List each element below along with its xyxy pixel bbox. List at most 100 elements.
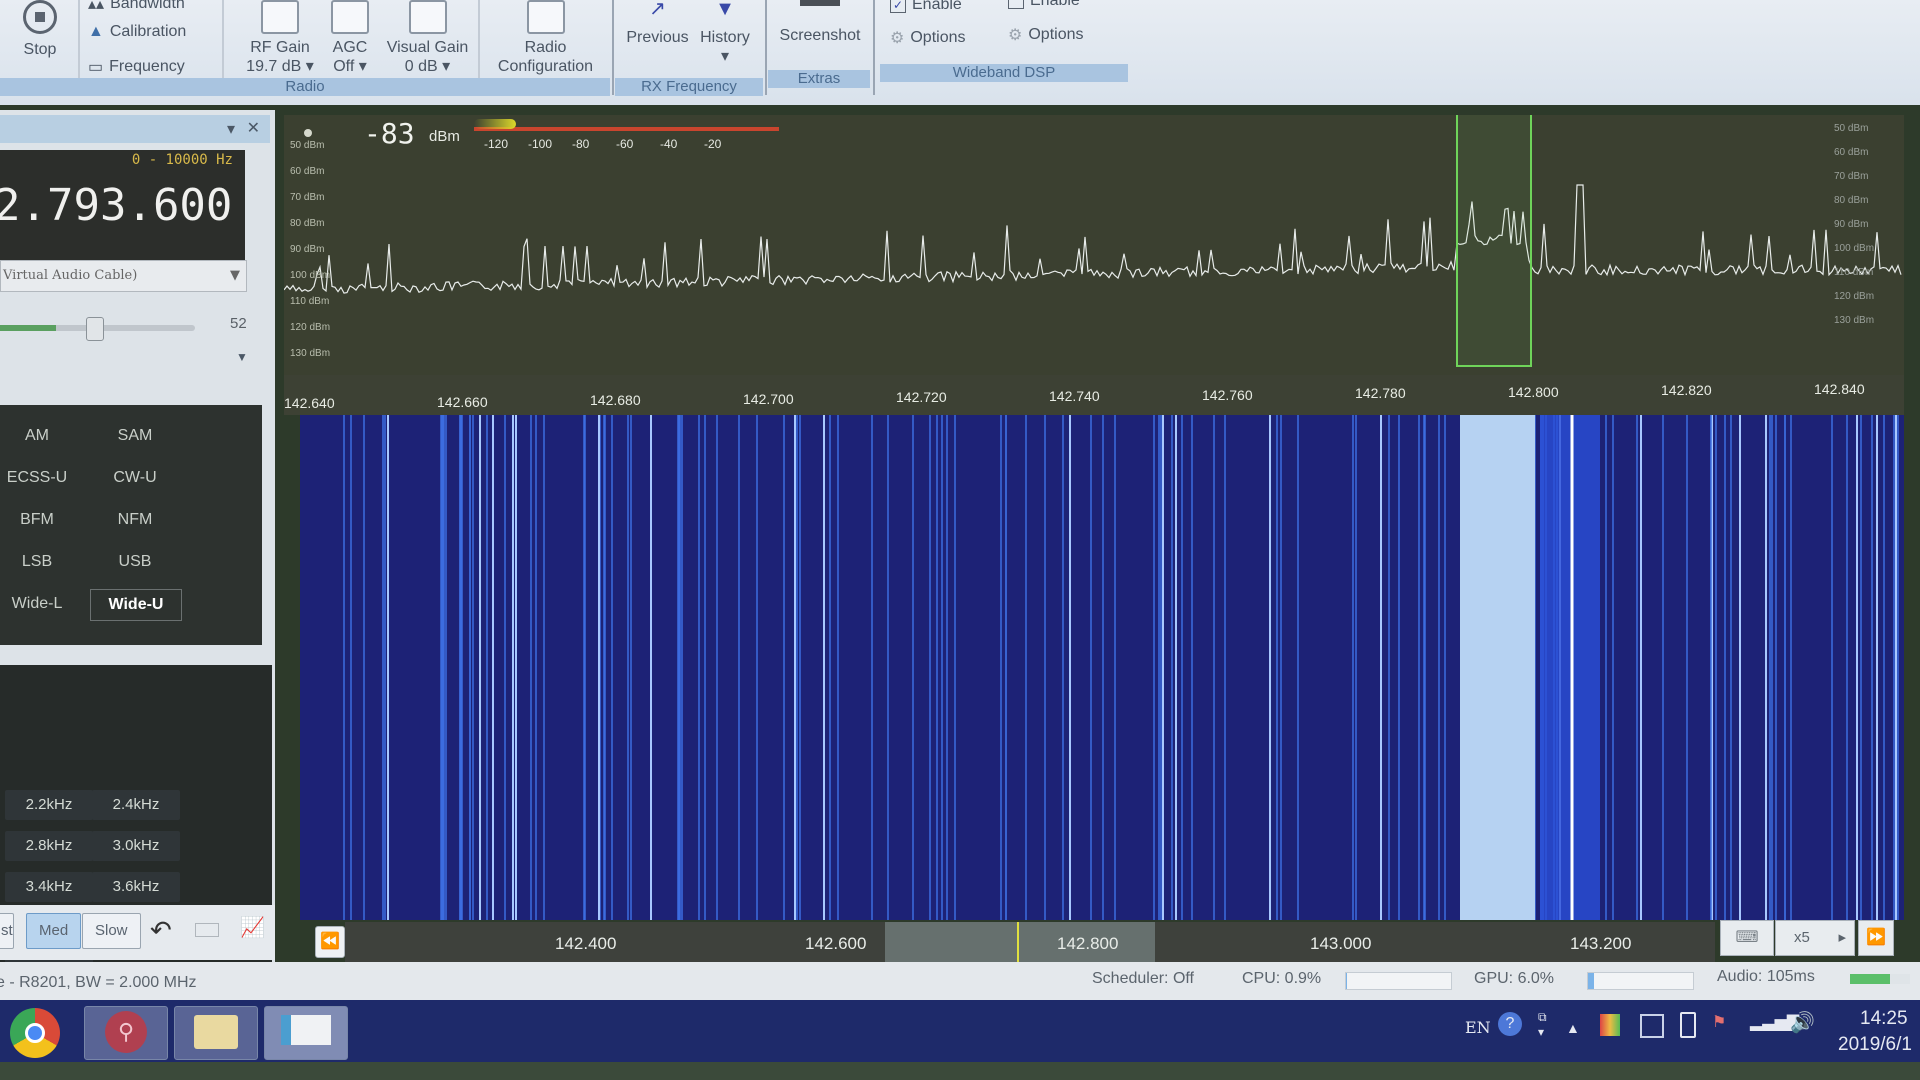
wideband-enable-2-checkbox[interactable]: Enable [1008, 0, 1080, 10]
wideband-options-2-button[interactable]: ⚙ Options [1008, 25, 1083, 45]
visual-gain-dropdown[interactable]: Visual Gain 0 dB ▾ [380, 0, 475, 76]
frequency-button[interactable]: ▭ Frequency [88, 57, 185, 77]
spectrum-display[interactable]: -83 dBm -120 -100 -80 -60 -40 -20 50 dBm 60 dB… [284, 115, 1904, 415]
previous-icon: ↗ [649, 0, 666, 20]
freq-tick-label: 142.840 [1814, 381, 1865, 397]
signal-strength-unit: dBm [429, 128, 460, 145]
radio-tower-icon: ⚲ [105, 1011, 147, 1053]
screenshot-button[interactable]: Screenshot [770, 0, 870, 45]
zoom-factor-button[interactable]: x5 ▸ [1775, 920, 1855, 956]
gpu-progress-fill [1588, 973, 1595, 989]
volume-thumb[interactable] [86, 317, 105, 341]
bandwidth-button-3-4khz[interactable]: 3.4kHz [5, 872, 93, 902]
gear-icon: ⚙ [890, 30, 905, 47]
show-hidden-icons-icon[interactable]: ▲ [1566, 1020, 1580, 1036]
agc-dropdown[interactable]: AGC Off ▾ [325, 0, 375, 76]
audio-latency-status: Audio: 105ms [1717, 968, 1815, 985]
agc-med-button[interactable]: Med [26, 913, 82, 949]
bandwidth-button-3-6khz[interactable]: 3.6kHz [92, 872, 180, 902]
marker-1-region[interactable]: 1 [1456, 115, 1532, 367]
language-indicator[interactable]: EN [1465, 1018, 1491, 1037]
keyboard-button[interactable]: ⌨ [1720, 920, 1774, 956]
visual-gain-label: Visual Gain [386, 39, 469, 56]
help-icon[interactable]: ? [1498, 1012, 1522, 1036]
stop-icon [23, 0, 57, 34]
screenshot-icon [800, 0, 840, 6]
calibration-button[interactable]: ▲ Calibration [88, 23, 186, 41]
meter-tick: -120 [484, 137, 509, 151]
previous-button[interactable]: ↗ Previous [620, 0, 695, 47]
db-scale-right: 40 dBm45 dBm50 dBm60 dBm70 dBm80 dBm90 d… [1834, 115, 1904, 375]
tray-expand-icon[interactable]: ⧉ ▾ [1538, 1010, 1547, 1039]
audio-level-bar [1850, 974, 1910, 984]
freq-tick-label: 142.780 [1355, 385, 1406, 402]
agc-slow-button[interactable]: Slow [82, 913, 141, 949]
clock-date[interactable]: 2019/6/1 [1838, 1034, 1912, 1056]
bandwidth-button-3-0khz[interactable]: 3.0kHz [92, 831, 180, 861]
app-tray-icon[interactable] [1600, 1014, 1620, 1036]
bandwidth-button-2-8khz[interactable]: 2.8kHz [5, 831, 93, 861]
volume-icon[interactable]: 🔊 [1790, 1010, 1815, 1035]
mode-button-cw-u[interactable]: CW-U [90, 469, 180, 487]
file-explorer-taskbar-button[interactable] [174, 1006, 258, 1060]
history-dropdown[interactable]: ▼ History ▾ [690, 0, 760, 66]
overview-tick-label: 142.400 [555, 934, 617, 953]
screen-tray-icon[interactable] [1640, 1014, 1664, 1038]
meter-tick: -20 [704, 137, 722, 151]
collapse-icon[interactable]: ▼ [236, 350, 248, 364]
radio-config-label-1: Radio [524, 39, 567, 56]
panel-close-icon[interactable]: ✕ [247, 118, 260, 138]
chart-icon[interactable]: 📈 [240, 915, 265, 940]
spectrum-line [284, 184, 1902, 294]
stop-button[interactable]: Stop [15, 0, 65, 59]
signal-meter-scale: -120 -100 -80 -60 -40 -20 [484, 137, 784, 155]
db-scale-left: 50 dBm 60 dBm 70 dBm 80 dBm 90 dBm 100 dBm 110… [290, 140, 350, 380]
radio-configuration-button[interactable]: Radio Configuration [488, 0, 603, 76]
taskbar: ⚲ EN ? ⧉ ▾ ▲ ⚑ ▂▃▅▇ 🔊 14:25 2019/6/1 [0, 1000, 1920, 1062]
bandwidth-button-2-2khz[interactable]: 2.2kHz [5, 790, 93, 820]
waterfall-active-signal [1540, 415, 1600, 920]
mode-button-nfm[interactable]: NFM [90, 511, 180, 529]
volume-slider[interactable] [0, 317, 195, 341]
audio-device-select[interactable]: Virtual Audio Cable) ▼ [0, 260, 247, 292]
previous-label: Previous [626, 29, 689, 46]
frequency-icon: ▭ [88, 59, 104, 76]
agc-fast-button[interactable]: st [0, 913, 14, 949]
desktop-window-taskbar-button[interactable] [264, 1006, 348, 1060]
db-label: 80 dBm [1834, 195, 1869, 206]
mode-button-lsb[interactable]: LSB [0, 553, 82, 571]
frequency-readout[interactable]: 2.793.600 [0, 180, 232, 231]
mode-button-sam[interactable]: SAM [90, 427, 180, 445]
db-label: 50 dBm [1834, 123, 1869, 134]
display-icon[interactable] [195, 923, 219, 937]
db-label: 70 dBm [1834, 171, 1869, 182]
scroll-right-button[interactable]: ⏩ [1858, 920, 1894, 956]
mode-button-wide-l[interactable]: Wide-L [0, 595, 82, 613]
battery-icon[interactable] [1680, 1012, 1696, 1038]
waterfall-marker-band [1460, 415, 1535, 920]
panel-menu-icon[interactable]: ▾ [227, 119, 235, 139]
wideband-options-1-button[interactable]: ⚙ Options [890, 28, 965, 48]
bandwidth-button-2-4khz[interactable]: 2.4kHz [92, 790, 180, 820]
scroll-left-button[interactable]: ⏪ [315, 926, 345, 958]
sdr-radio-taskbar-button[interactable]: ⚲ [84, 1006, 168, 1060]
action-center-flag-icon[interactable]: ⚑ [1712, 1012, 1726, 1032]
waterfall-display[interactable] [300, 415, 1904, 920]
wideband-enable-1-checkbox[interactable]: ✓ Enable [890, 0, 962, 14]
rf-gain-dropdown[interactable]: RF Gain 19.7 dB ▾ [240, 0, 320, 76]
mode-button-usb[interactable]: USB [90, 553, 180, 571]
mode-button-bfm[interactable]: BFM [0, 511, 82, 529]
record-indicator-icon [304, 129, 312, 137]
bandwidth-button[interactable]: ▴▴ Bandwidth [88, 0, 185, 14]
mode-button-am[interactable]: AM [0, 427, 82, 445]
device-status-text: e - R8201, BW = 2.000 MHz [0, 974, 197, 991]
monitor-bezel [0, 1062, 1920, 1080]
mode-button-ecss-u[interactable]: ECSS-U [0, 469, 82, 487]
clock-time[interactable]: 14:25 [1860, 1008, 1908, 1030]
overview-band-bar[interactable]: 142.400 142.600 142.800 143.000 143.200 [345, 922, 1715, 962]
meter-tick: -60 [616, 137, 634, 151]
folder-icon [194, 1015, 238, 1049]
chrome-taskbar-icon[interactable] [10, 1008, 60, 1058]
mode-button-wide-u[interactable]: Wide-U [90, 589, 182, 621]
undo-icon[interactable]: ↶ [150, 915, 172, 946]
